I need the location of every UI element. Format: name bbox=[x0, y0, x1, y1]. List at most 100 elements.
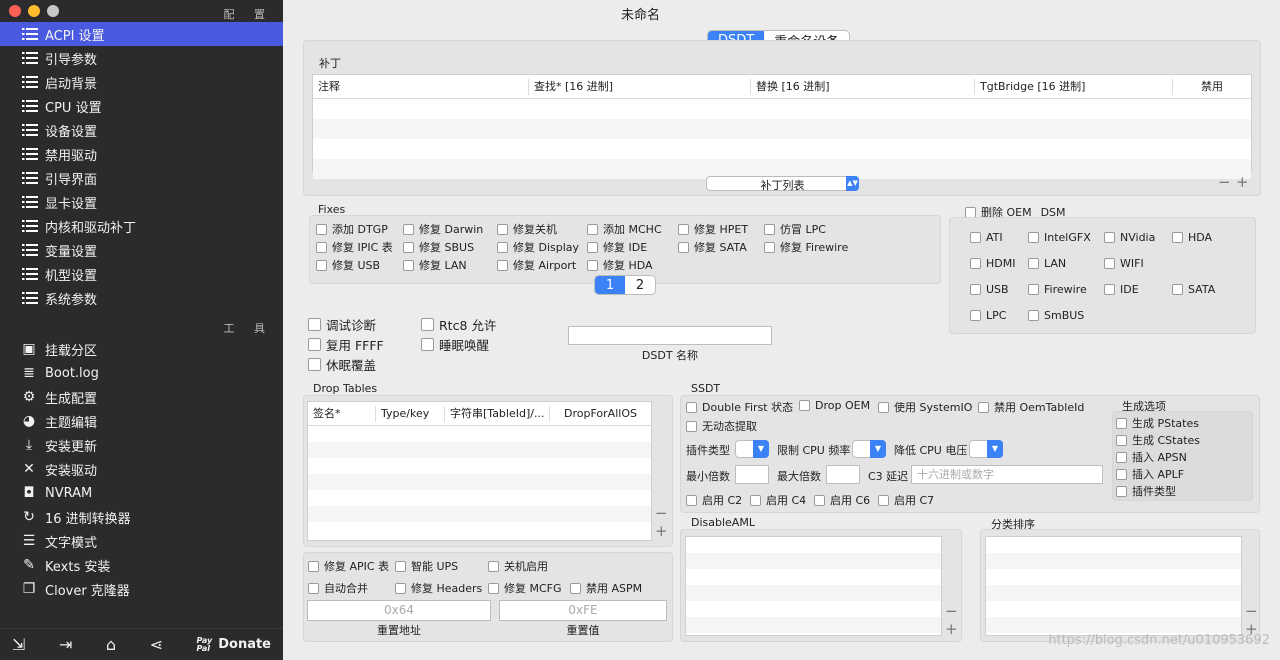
sidebar-item-system-parameters[interactable]: 系统参数 bbox=[0, 286, 283, 310]
fix-checkbox[interactable]: 修复 HDA bbox=[587, 257, 653, 273]
enable-c4-checkbox[interactable]: 启用 C4 bbox=[750, 492, 806, 508]
sidebar-item-smbios[interactable]: 机型设置 bbox=[0, 262, 283, 286]
sidebar-item-acpi[interactable]: ACPI 设置 bbox=[0, 22, 283, 46]
col-signature[interactable]: 签名* bbox=[308, 405, 376, 422]
reset-address-field[interactable]: 0x64 bbox=[307, 600, 491, 621]
share-icon[interactable]: ⋖ bbox=[150, 635, 163, 654]
fix-checkbox[interactable]: 修复 Display bbox=[497, 239, 579, 255]
list-item[interactable] bbox=[686, 601, 941, 617]
plugin-apsn-checkbox[interactable]: 插入 APSN bbox=[1116, 449, 1187, 465]
no-oem-table-id-checkbox[interactable]: 禁用 OemTableId bbox=[978, 399, 1084, 415]
tool-theme-editor[interactable]: ◕ 主题编辑 bbox=[0, 409, 283, 433]
fix-checkbox[interactable]: 修复 Firewire bbox=[764, 239, 848, 255]
table-row[interactable] bbox=[313, 119, 1251, 139]
col-drop-all-os[interactable]: DropForAllOS bbox=[550, 406, 651, 422]
col-type-key[interactable]: Type/key bbox=[376, 405, 445, 422]
oem-checkbox[interactable]: WIFI bbox=[1104, 257, 1144, 270]
col-replace[interactable]: 替换 [16 进制] bbox=[751, 78, 975, 95]
remove-disable-aml-button[interactable]: − bbox=[945, 602, 958, 620]
table-row[interactable] bbox=[308, 474, 651, 490]
oem-checkbox[interactable]: USB bbox=[970, 283, 1009, 296]
fix-ffff-checkbox[interactable]: 复用 FFFF bbox=[308, 335, 384, 354]
dsdt-name-field[interactable] bbox=[568, 326, 772, 345]
smart-ups-checkbox[interactable]: 智能 UPS bbox=[395, 558, 458, 574]
oem-checkbox[interactable]: LPC bbox=[970, 309, 1006, 322]
fix-checkbox[interactable]: 修复 Darwin bbox=[403, 221, 483, 237]
tool-clover-cloner[interactable]: ❐ Clover 克隆器 bbox=[0, 577, 283, 601]
table-row[interactable] bbox=[308, 506, 651, 522]
list-item[interactable] bbox=[986, 601, 1241, 617]
tool-install-update[interactable]: ⤓ 安装更新 bbox=[0, 433, 283, 457]
export-icon[interactable]: ⇥ bbox=[59, 635, 72, 654]
tool-kexts-install[interactable]: ✎ Kexts 安装 bbox=[0, 553, 283, 577]
sidebar-item-disable-drivers[interactable]: 禁用驱动 bbox=[0, 142, 283, 166]
oem-checkbox[interactable]: HDA bbox=[1172, 231, 1212, 244]
c3-latency-field[interactable]: 十六进制或数字 bbox=[911, 465, 1103, 484]
list-item[interactable] bbox=[986, 585, 1241, 601]
sleep-wake-checkbox[interactable]: 睡眠唤醒 bbox=[421, 335, 489, 354]
list-item[interactable] bbox=[986, 569, 1241, 585]
sidebar-item-graphics[interactable]: 显卡设置 bbox=[0, 190, 283, 214]
donate-button[interactable]: Pay Pal Donate bbox=[197, 636, 272, 653]
table-row[interactable] bbox=[308, 458, 651, 474]
add-disable-aml-button[interactable]: + bbox=[945, 620, 958, 638]
fixes-page-1[interactable]: 1 bbox=[595, 276, 625, 294]
oem-checkbox[interactable]: IDE bbox=[1104, 283, 1139, 296]
fix-checkbox[interactable]: 修复 SBUS bbox=[403, 239, 474, 255]
home-icon[interactable]: ⌂ bbox=[106, 635, 116, 654]
oem-checkbox[interactable]: NVidia bbox=[1104, 231, 1155, 244]
enable-c2-checkbox[interactable]: 启用 C2 bbox=[686, 492, 742, 508]
col-tgtbridge[interactable]: TgtBridge [16 进制] bbox=[975, 78, 1173, 95]
sidebar-item-devices[interactable]: 设备设置 bbox=[0, 118, 283, 142]
add-drop-table-button[interactable]: + bbox=[655, 522, 668, 540]
zoom-button[interactable] bbox=[47, 5, 59, 17]
halt-enabler-checkbox[interactable]: 关机启用 bbox=[488, 558, 548, 574]
fix-checkbox[interactable]: 修复 HPET bbox=[678, 221, 748, 237]
list-item[interactable] bbox=[686, 617, 941, 633]
list-item[interactable] bbox=[686, 585, 941, 601]
import-icon[interactable]: ⇲ bbox=[12, 635, 25, 654]
fix-checkbox[interactable]: 修复 SATA bbox=[678, 239, 747, 255]
use-systemio-checkbox[interactable]: 使用 SystemIO bbox=[878, 399, 972, 415]
fix-checkbox[interactable]: 添加 DTGP bbox=[316, 221, 388, 237]
table-row[interactable] bbox=[313, 139, 1251, 159]
table-row[interactable] bbox=[313, 99, 1251, 119]
sidebar-item-boot-graphics[interactable]: 启动背景 bbox=[0, 70, 283, 94]
generate-pstates-checkbox[interactable]: 生成 PStates bbox=[1116, 415, 1199, 431]
rtc8-checkbox[interactable]: Rtc8 允许 bbox=[421, 315, 496, 334]
table-row[interactable] bbox=[308, 442, 651, 458]
list-item[interactable] bbox=[986, 553, 1241, 569]
tool-mount-partition[interactable]: ▣ 挂载分区 bbox=[0, 337, 283, 361]
fix-checkbox[interactable]: 修复 IPIC 表 bbox=[316, 239, 393, 255]
fix-checkbox[interactable]: 修复 LAN bbox=[403, 257, 467, 273]
patch-list-popup[interactable]: 补丁列表 ▲▼ bbox=[706, 176, 859, 192]
disable-aspm-checkbox[interactable]: 禁用 ASPM bbox=[570, 580, 642, 596]
fix-checkbox[interactable]: 仿冒 LPC bbox=[764, 221, 826, 237]
tool-text-mode[interactable]: ☰ 文字模式 bbox=[0, 529, 283, 553]
oem-checkbox[interactable]: IntelGFX bbox=[1028, 231, 1091, 244]
reset-value-field[interactable]: 0xFE bbox=[499, 600, 667, 621]
tool-generate-config[interactable]: ⚙ 生成配置 bbox=[0, 385, 283, 409]
tool-boot-log[interactable]: ≣ Boot.log bbox=[0, 361, 283, 385]
list-item[interactable] bbox=[686, 553, 941, 569]
debug-checkbox[interactable]: 调试诊断 bbox=[308, 315, 376, 334]
auto-merge-checkbox[interactable]: 自动合并 bbox=[308, 580, 368, 596]
fixes-page-2[interactable]: 2 bbox=[625, 276, 655, 294]
min-multiplier-field[interactable] bbox=[735, 465, 769, 484]
fix-checkbox[interactable]: 修复 Airport bbox=[497, 257, 576, 273]
sidebar-item-boot-args[interactable]: 引导参数 bbox=[0, 46, 283, 70]
fix-checkbox[interactable]: 添加 MCHC bbox=[587, 221, 662, 237]
oem-checkbox[interactable]: HDMI bbox=[970, 257, 1015, 270]
double-first-state-checkbox[interactable]: Double First 状态 bbox=[686, 399, 793, 415]
close-button[interactable] bbox=[9, 5, 21, 17]
oem-checkbox[interactable]: ATI bbox=[970, 231, 1003, 244]
max-multiplier-field[interactable] bbox=[826, 465, 860, 484]
sidebar-item-gui[interactable]: 引导界面 bbox=[0, 166, 283, 190]
plugin-type-checkbox[interactable]: 插件类型 bbox=[1116, 483, 1176, 499]
oem-checkbox[interactable]: SATA bbox=[1172, 283, 1215, 296]
cpu-freq-select[interactable]: ▼ bbox=[852, 440, 886, 458]
drop-oem-checkbox[interactable]: Drop OEM bbox=[799, 399, 870, 412]
plugin-aplf-checkbox[interactable]: 插入 APLF bbox=[1116, 466, 1184, 482]
col-table-id[interactable]: 字符串[TableId]/... bbox=[445, 405, 550, 422]
col-find[interactable]: 查找* [16 进制] bbox=[529, 78, 751, 95]
